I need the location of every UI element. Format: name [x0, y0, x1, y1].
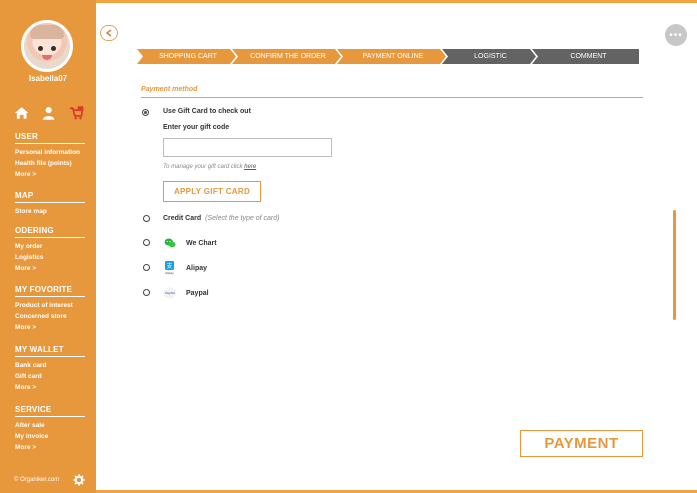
menu-section-ordering: ODERING My order Logistics More >: [15, 226, 85, 274]
credit-card-hint: (Select the type of card): [205, 215, 280, 222]
menu-item-user-more[interactable]: More >: [15, 169, 85, 180]
menu-head-favorite: MY FOVORITE: [15, 285, 85, 297]
collapse-sidebar-button[interactable]: [100, 25, 118, 41]
section-divider: [141, 97, 643, 98]
step-payment-online[interactable]: PAYMENT ONLINE: [343, 49, 443, 64]
menu-section-service: SERVICE After sale My invoice More >: [15, 405, 85, 453]
menu-item-product-of-interest[interactable]: Product of interest: [15, 300, 85, 311]
avatar[interactable]: [21, 20, 73, 72]
menu-item-wallet-more[interactable]: More >: [15, 382, 85, 393]
paypal-radio[interactable]: [143, 289, 150, 296]
menu-item-after-sale[interactable]: After sale: [15, 420, 85, 431]
svg-text:PayPal: PayPal: [165, 291, 175, 295]
wechat-label: We Chart: [186, 240, 217, 247]
menu-item-gift-card[interactable]: Gift card: [15, 371, 85, 382]
gear-icon[interactable]: [73, 474, 85, 486]
svg-text:支: 支: [166, 262, 172, 270]
sidebar-footer: © Organiker.com: [14, 474, 85, 486]
manage-gift-card-note: To manage your gift card click here: [163, 164, 257, 170]
menu-item-personal-information[interactable]: Personal information: [15, 147, 85, 158]
quick-icons: [14, 103, 84, 123]
menu-item-logistics[interactable]: Logistics: [15, 252, 85, 263]
menu-section-favorite: MY FOVORITE Product of interest Concerne…: [15, 285, 85, 333]
gift-card-label: Use Gift Card to check out: [163, 108, 251, 115]
home-icon[interactable]: [14, 105, 29, 121]
alipay-radio[interactable]: [143, 264, 150, 271]
menu-head-wallet: MY WALLET: [15, 345, 85, 357]
svg-text:Alipay: Alipay: [165, 271, 174, 275]
menu-item-my-order[interactable]: My order: [15, 241, 85, 252]
menu-item-concerned-store[interactable]: Concerned store: [15, 311, 85, 322]
menu-section-map: MAP Store map: [15, 191, 85, 217]
apply-gift-card-button[interactable]: APPLY GIFT CARD: [163, 181, 261, 202]
step-logistic: LOGISTIC: [474, 53, 507, 60]
menu-item-bank-card[interactable]: Bank card: [15, 360, 85, 371]
gift-code-label: Enter your gift code: [163, 124, 230, 131]
checkout-page: Isabella07 USER Personal information Hea…: [0, 0, 697, 493]
copyright-text: © Organiker.com: [14, 477, 60, 483]
menu-head-user: USER: [15, 132, 85, 144]
step-comment: COMMENT: [570, 53, 607, 60]
wechat-radio[interactable]: [143, 239, 150, 246]
more-dots-icon[interactable]: •••: [665, 24, 687, 46]
step-confirm-order[interactable]: CONFIRM THE ORDER: [238, 49, 338, 64]
menu-section-wallet: MY WALLET Bank card Gift card More >: [15, 345, 85, 393]
menu-head-service: SERVICE: [15, 405, 85, 417]
menu-item-favorite-more[interactable]: More >: [15, 322, 85, 333]
manage-gift-card-link[interactable]: here: [244, 164, 256, 170]
cart-icon[interactable]: [69, 105, 84, 121]
gift-code-input[interactable]: [163, 138, 332, 157]
menu-head-map: MAP: [15, 191, 85, 203]
section-title: Payment method: [141, 86, 198, 93]
credit-card-radio[interactable]: [143, 215, 150, 222]
paypal-icon: PayPal: [163, 287, 177, 299]
credit-card-label: Credit Card (Select the type of card): [163, 215, 280, 222]
menu-section-user: USER Personal information Health file (p…: [15, 132, 85, 180]
alipay-icon: 支 Alipay: [165, 261, 174, 275]
menu-item-ordering-more[interactable]: More >: [15, 263, 85, 274]
top-accent-line: [96, 0, 697, 3]
paypal-label: Paypal: [186, 290, 209, 297]
payment-button[interactable]: PAYMENT: [520, 430, 643, 457]
alipay-label: Alipay: [186, 265, 208, 272]
step-shopping-cart[interactable]: SHOPPING CART: [143, 49, 233, 64]
user-icon[interactable]: [41, 105, 56, 121]
arrow-left-icon: [105, 29, 112, 37]
gift-card-radio[interactable]: [142, 109, 149, 116]
menu-item-my-invoice[interactable]: My invoice: [15, 431, 85, 442]
menu-item-service-more[interactable]: More >: [15, 442, 85, 453]
sidebar: Isabella07 USER Personal information Hea…: [0, 0, 96, 493]
menu-item-store-map[interactable]: Store map: [15, 206, 85, 217]
scrollbar-thumb[interactable]: [673, 210, 676, 320]
wechat-icon: [164, 238, 176, 248]
menu-head-ordering: ODERING: [15, 226, 85, 238]
username: Isabella07: [28, 74, 68, 83]
menu-item-health-file[interactable]: Health file (points): [15, 158, 85, 169]
